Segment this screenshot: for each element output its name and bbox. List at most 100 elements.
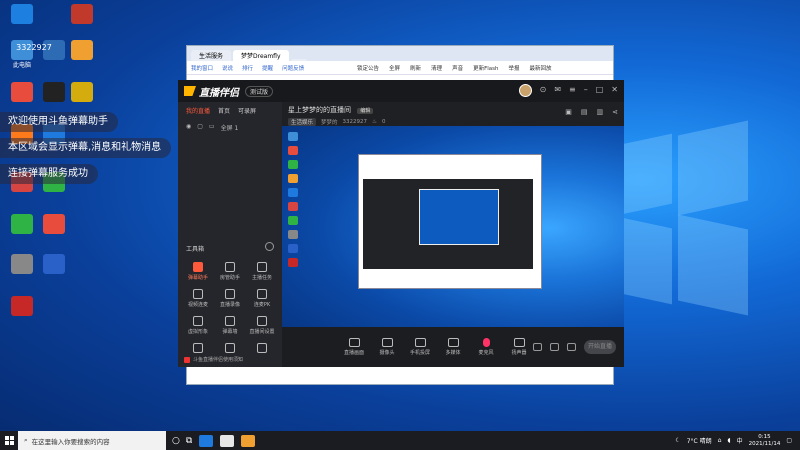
preview-desktop-icon [288,258,298,267]
desktop-icon[interactable] [2,296,42,318]
desktop-icon[interactable] [62,4,102,26]
toolbox-item[interactable]: 直播录像 [214,289,246,308]
avatar[interactable] [519,84,532,97]
toolbox-item[interactable]: 虚拟形象 [182,316,214,335]
tab-my-live[interactable]: 我的直播 [186,106,210,115]
toolbox-item[interactable]: 主播任务 [246,262,278,281]
preview-desktop-icon [288,174,298,183]
ime-indicator[interactable]: 中 [737,436,743,445]
desktop-icon[interactable] [62,82,102,104]
toolbox-item[interactable]: 连麦PK [246,289,278,308]
toolbar-link[interactable]: 提醒 [262,64,273,72]
source-button[interactable]: 手机投屏 [410,338,430,356]
toolbox-item[interactable]: 弹幕墙 [214,316,246,335]
eye-settings-icon[interactable] [550,343,559,351]
share-icon[interactable]: ⋖ [612,108,618,116]
toolbar-link[interactable]: 说说 [222,64,233,72]
maximize-icon[interactable]: □ [596,85,604,94]
gear-icon[interactable] [567,343,576,351]
tool-label: 连麦PK [253,302,271,308]
toolbox-item[interactable]: 直播间设置 [246,316,278,335]
toolbox-item[interactable]: 房管助手 [214,262,246,281]
toolbox-item[interactable]: 视频连麦 [182,289,214,308]
start-button[interactable] [0,431,18,450]
start-live-button[interactable]: 开始直播 [584,340,616,354]
toolbox-item[interactable] [214,343,246,355]
scene-row[interactable]: ◉ ▢ ▭ 全屏 1 [178,119,282,136]
tool-icon [257,343,267,353]
toolbox-item[interactable] [182,343,214,355]
lock-icon[interactable]: ▢ [197,123,203,132]
save-icon[interactable]: ▤ [581,108,588,116]
tool-icon [257,316,267,326]
task-view-icon[interactable]: ○ [172,436,180,446]
browser-tab-active[interactable]: 梦梦Dreamfly [233,50,289,61]
close-icon[interactable]: ✕ [611,85,618,94]
browser-tab[interactable] [290,59,307,61]
toolbar-action[interactable]: 清理 [431,64,442,72]
live-preview[interactable] [282,126,624,353]
tool-icon [225,262,235,272]
camera-icon[interactable] [533,343,542,351]
desktop-icon[interactable] [34,254,74,276]
source-button[interactable]: 扬声器 [509,338,529,356]
taskbar-search[interactable]: ⌕ 在这里输入你要搜索的内容 [18,431,166,450]
toolbar-link[interactable]: 排行 [242,64,253,72]
desktop-icon[interactable] [62,40,102,62]
toolbar-action[interactable]: 最新回放 [530,64,552,72]
version-button[interactable]: 测试版 [245,85,274,97]
mail-icon[interactable]: ✉ [554,85,561,94]
tab-record[interactable]: 可录屏 [238,106,256,115]
source-button[interactable]: 麦克风 [476,338,496,356]
toolbox-item[interactable]: 弹幕助手 [182,262,214,281]
gift-icon[interactable]: ▣ [565,108,572,116]
toolbar-action[interactable]: 锁定公告 [357,64,379,72]
menu-icon[interactable]: ≡ [569,85,576,94]
source-button[interactable]: 摄像头 [377,338,397,356]
live-companion-window: 直播伴侣 测试版 ⊙ ✉ ≡ – □ ✕ 我的直播 首页 可录屏 ◉ ▢ ▭ 全… [178,80,624,367]
notification-icon[interactable]: ▢ [786,437,792,444]
source-icon [447,338,459,347]
browser-tab[interactable]: 生活服务 [191,50,232,61]
left-footer[interactable]: 斗鱼直播伴侣使用须知 [184,356,243,363]
toolbar-action[interactable]: 声音 [452,64,463,72]
app-icon [43,214,65,234]
window-controls: ⊙ ✉ ≡ – □ ✕ [540,85,618,94]
edit-title-button[interactable]: 编辑 [357,108,374,114]
tool-label: 视频连麦 [187,302,208,308]
app-icon[interactable] [220,434,235,447]
toolbar-link[interactable]: 我的窗口 [191,64,213,72]
volume-icon[interactable]: ◖ [727,437,730,444]
source-button[interactable]: 直播画面 [344,338,364,356]
tool-icon [225,289,235,299]
toolbar-action[interactable]: 全屏 [389,64,400,72]
network-icon[interactable]: ⌂ [718,437,722,444]
desktop-icon[interactable] [34,214,74,236]
eye-icon[interactable]: ◉ [186,123,191,132]
toolbar-action[interactable]: 更新Flash [473,64,498,72]
minimize-icon[interactable]: – [584,85,588,94]
toast-welcome: 欢迎使用斗鱼弹幕助手 [0,112,118,132]
tool-icon [193,289,203,299]
toolbox-settings-icon[interactable] [265,242,274,251]
weather[interactable]: 7°C 晴朗 [687,436,712,445]
toolbar-link[interactable]: 问题反馈 [282,64,304,72]
task-view-icon[interactable]: ⧉ [186,436,192,446]
room-owner: 梦梦的 [321,120,338,126]
source-button[interactable]: 多媒体 [443,338,463,356]
room-category[interactable]: 生活娱乐 [288,118,317,126]
settings-icon[interactable]: ⊙ [540,85,547,94]
source-icon [414,338,426,347]
toolbox-item[interactable] [246,343,278,355]
desktop-icon[interactable] [2,4,42,26]
tool-label: 弹幕墙 [222,329,238,335]
tab-home[interactable]: 首页 [218,106,230,115]
toolbar-action[interactable]: 举报 [509,64,520,72]
app-name: 直播伴侣 [199,87,239,99]
live-companion-taskbar-icon[interactable] [241,434,256,447]
clock[interactable]: 0:15 2021/11/14 [749,434,781,448]
app-icon [11,4,33,24]
toolbar-action[interactable]: 刷新 [410,64,421,72]
copy-icon[interactable]: ▥ [597,108,604,116]
edge-icon[interactable] [199,434,214,447]
